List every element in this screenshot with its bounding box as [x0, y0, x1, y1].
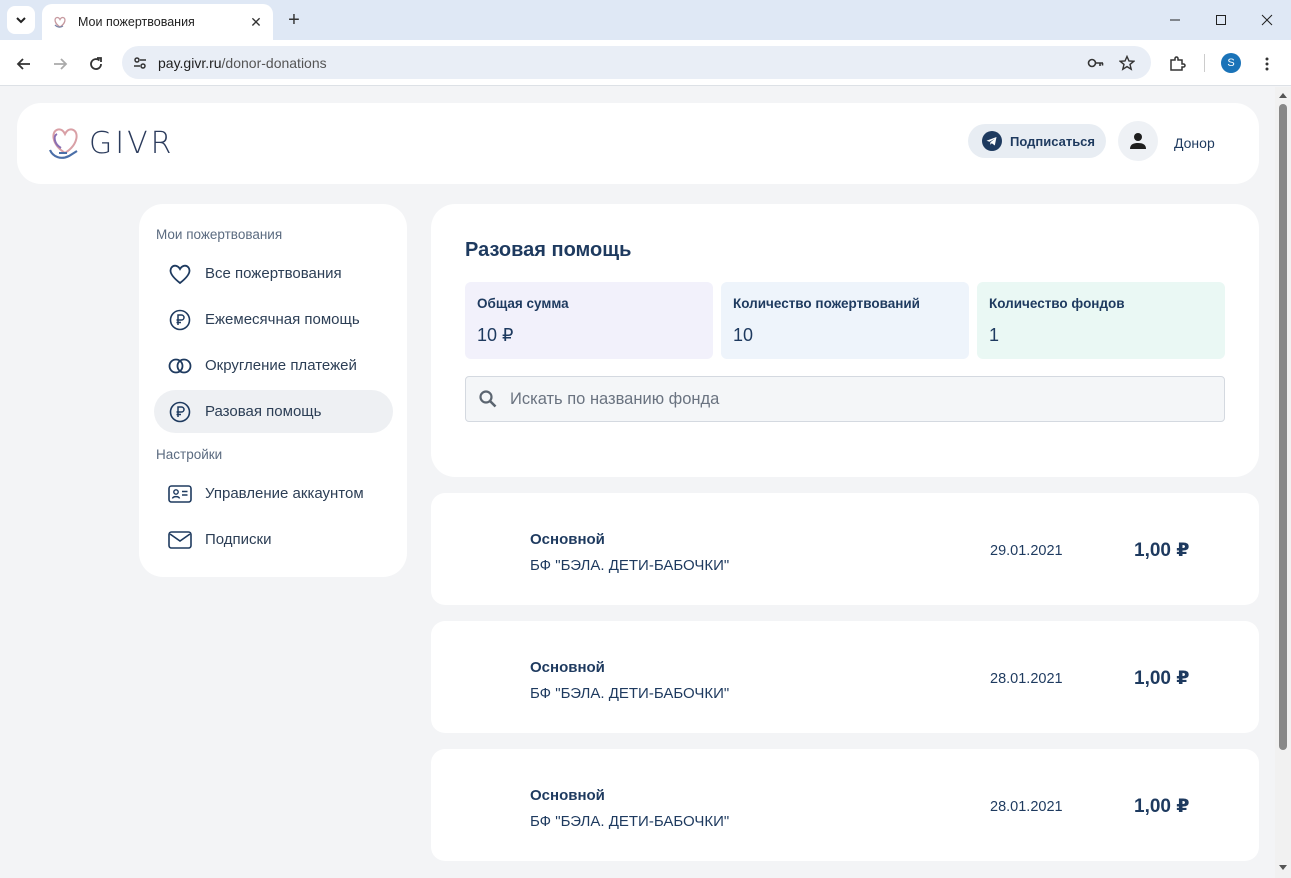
telegram-icon — [982, 131, 1002, 151]
ruble-icon — [168, 308, 192, 332]
givr-logo[interactable]: GIVR — [47, 123, 174, 163]
sidebar-section-donations: Мои пожертвования — [156, 227, 283, 242]
sidebar-item-label: Управление аккаунтом — [205, 485, 364, 502]
sidebar: Мои пожертвования Все пожертвования Ежем… — [139, 204, 407, 577]
sidebar-section-settings: Настройки — [156, 447, 223, 462]
donation-amount: 1,00 ₽ — [1134, 540, 1190, 561]
minimize-button[interactable] — [1163, 8, 1187, 32]
search-placeholder: Искать по названию фонда — [510, 389, 720, 408]
maximize-button[interactable] — [1209, 8, 1233, 32]
logo-heart-hand-icon — [48, 128, 78, 159]
subscribe-label: Подписаться — [1010, 133, 1096, 149]
arrow-right-icon — [54, 58, 68, 70]
stat-label: Количество пожертвований — [733, 296, 920, 311]
page-title: Разовая помощь — [465, 239, 632, 261]
url-text: pay.givr.ru/donor-donations — [158, 55, 1087, 71]
tab-title: Мои пожертвования — [78, 15, 195, 29]
donation-fund: БФ "БЭЛА. ДЕТИ-БАБОЧКИ" — [530, 813, 730, 830]
donation-type: Основной — [530, 659, 605, 676]
sidebar-item-subscriptions[interactable]: Подписки — [154, 518, 393, 561]
tab-search-button[interactable] — [7, 6, 35, 34]
password-key-icon[interactable] — [1087, 54, 1105, 72]
url-host: pay.givr.ru — [158, 54, 222, 71]
subscribe-button[interactable]: Подписаться — [968, 124, 1106, 158]
donation-date: 28.01.2021 — [990, 671, 1063, 687]
profile-avatar[interactable]: S — [1221, 53, 1241, 73]
chevron-down-icon — [16, 17, 26, 24]
forward-button[interactable] — [47, 51, 73, 77]
user-name[interactable]: Донор — [1174, 135, 1215, 151]
back-button[interactable] — [11, 51, 37, 77]
minimize-icon — [1170, 19, 1180, 21]
user-icon — [1130, 133, 1146, 149]
logo-text: GIVR — [89, 125, 175, 161]
summary-card: Разовая помощь Общая сумма 10 ₽ Количест… — [431, 204, 1259, 477]
donation-date: 28.01.2021 — [990, 799, 1063, 815]
donation-amount: 1,00 ₽ — [1134, 668, 1190, 689]
sidebar-item-label: Округление платежей — [205, 357, 357, 374]
donation-date: 29.01.2021 — [990, 543, 1063, 559]
arrow-left-icon — [16, 58, 30, 70]
id-card-icon — [168, 482, 192, 506]
url-path: /donor-donations — [221, 54, 327, 71]
reload-icon — [90, 57, 102, 70]
sidebar-item-all-donations[interactable]: Все пожертвования — [154, 252, 393, 295]
sidebar-item-label: Разовая помощь — [205, 403, 322, 420]
sidebar-item-account[interactable]: Управление аккаунтом — [154, 472, 393, 515]
donation-type: Основной — [530, 787, 605, 804]
search-icon — [479, 390, 497, 408]
puzzle-icon — [1170, 56, 1186, 71]
sidebar-item-rounding[interactable]: Округление платежей — [154, 344, 393, 387]
sidebar-item-label: Ежемесячная помощь — [205, 311, 360, 328]
site-header: GIVR Подписаться Донор — [17, 103, 1259, 184]
sidebar-item-label: Все пожертвования — [205, 265, 342, 282]
sidebar-item-label: Подписки — [205, 531, 272, 548]
donation-fund: БФ "БЭЛА. ДЕТИ-БАБОЧКИ" — [530, 557, 730, 574]
browser-tab[interactable]: Мои пожертвования ✕ — [42, 4, 273, 40]
browser-menu-button[interactable] — [1254, 51, 1280, 77]
fund-search-input[interactable]: Искать по названию фонда — [465, 376, 1225, 422]
page-scrollbar[interactable] — [1275, 87, 1291, 878]
stat-label: Общая сумма — [477, 296, 569, 311]
site-info-icon[interactable] — [132, 55, 148, 71]
stat-value: 10 — [733, 325, 754, 345]
toolbar-divider — [1204, 54, 1205, 72]
reload-button[interactable] — [83, 51, 109, 77]
user-avatar[interactable] — [1118, 121, 1158, 161]
donation-fund: БФ "БЭЛА. ДЕТИ-БАБОЧКИ" — [530, 685, 730, 702]
donation-row[interactable]: Основной БФ "БЭЛА. ДЕТИ-БАБОЧКИ" 28.01.2… — [431, 621, 1259, 733]
close-icon — [1261, 14, 1273, 26]
scroll-down-arrow-icon — [1279, 865, 1287, 870]
stat-total-amount: Общая сумма 10 ₽ — [465, 282, 713, 359]
sidebar-item-one-time[interactable]: Разовая помощь — [154, 390, 393, 433]
donation-row[interactable]: Основной БФ "БЭЛА. ДЕТИ-БАБОЧКИ" 28.01.2… — [431, 749, 1259, 861]
stat-value: 10 ₽ — [477, 325, 514, 345]
donation-amount: 1,00 ₽ — [1134, 796, 1190, 817]
bookmark-star-icon[interactable] — [1119, 54, 1135, 71]
more-vertical-icon — [1265, 57, 1269, 71]
browser-tab-bar: Мои пожертвования ✕ + — [0, 0, 1291, 40]
stat-donation-count: Количество пожертвований 10 — [721, 282, 969, 359]
page-viewport: GIVR Подписаться Донор Мои пожертвования… — [0, 87, 1275, 878]
address-bar[interactable]: pay.givr.ru/donor-donations — [122, 46, 1151, 79]
stat-fund-count: Количество фондов 1 — [977, 282, 1225, 359]
ruble-icon — [168, 400, 192, 424]
heart-icon — [168, 262, 192, 286]
stat-value: 1 — [989, 325, 1000, 345]
tab-close-icon[interactable]: ✕ — [245, 11, 267, 33]
new-tab-button[interactable]: + — [282, 8, 306, 32]
donation-row[interactable]: Основной БФ "БЭЛА. ДЕТИ-БАБОЧКИ" 29.01.2… — [431, 493, 1259, 605]
maximize-icon — [1216, 15, 1226, 25]
scroll-up-arrow-icon — [1279, 93, 1287, 98]
rings-icon — [168, 354, 192, 378]
close-window-button[interactable] — [1255, 8, 1279, 32]
extensions-button[interactable] — [1164, 51, 1190, 77]
sidebar-item-monthly[interactable]: Ежемесячная помощь — [154, 298, 393, 341]
browser-toolbar: pay.givr.ru/donor-donations S — [0, 40, 1291, 86]
stat-label: Количество фондов — [989, 296, 1125, 311]
givr-favicon-icon — [54, 16, 66, 28]
donation-type: Основной — [530, 531, 605, 548]
envelope-icon — [168, 528, 192, 552]
scrollbar-thumb[interactable] — [1279, 104, 1287, 750]
